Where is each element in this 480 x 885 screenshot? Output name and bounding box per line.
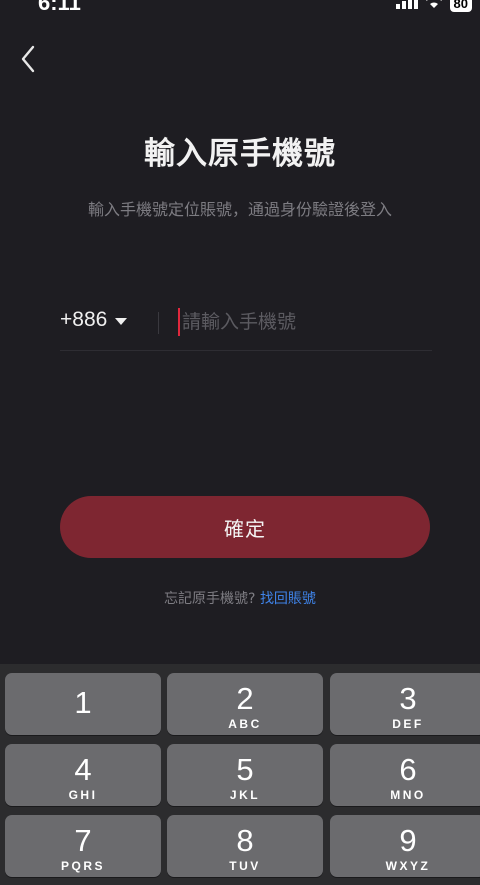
- chevron-left-icon: [20, 45, 36, 77]
- key-letters: TUV: [229, 859, 261, 873]
- key-1[interactable]: 1: [5, 673, 161, 735]
- confirm-button[interactable]: 確定: [60, 496, 430, 558]
- key-letters: DEF: [392, 717, 424, 731]
- key-number: 2: [236, 681, 254, 716]
- key-letters: JKL: [229, 788, 261, 802]
- back-button[interactable]: [14, 44, 42, 78]
- battery-icon: 80: [449, 0, 472, 12]
- status-time: 6:11: [38, 0, 81, 15]
- key-number: 4: [74, 752, 92, 787]
- key-3[interactable]: 3 DEF: [330, 673, 480, 735]
- key-number: 9: [399, 823, 417, 858]
- key-7[interactable]: 7 PQRS: [5, 815, 161, 877]
- key-number: 6: [399, 752, 417, 787]
- status-bar: 6:11 80: [0, 0, 480, 15]
- key-2[interactable]: 2 ABC: [167, 673, 323, 735]
- forgot-row: 忘記原手機號? 找回賬號: [0, 588, 480, 608]
- page-title: 輸入原手機號: [144, 136, 336, 172]
- key-letters: PQRS: [60, 859, 105, 873]
- key-9[interactable]: 9 WXYZ: [330, 815, 480, 877]
- signal-icon: [395, 0, 418, 13]
- key-number: 5: [236, 752, 254, 787]
- text-cursor: [178, 308, 180, 336]
- wifi-icon: [424, 0, 444, 13]
- key-8[interactable]: 8 TUV: [167, 815, 323, 877]
- country-code: +886: [60, 308, 108, 331]
- key-number: 1: [74, 685, 92, 720]
- key-letters: MNO: [390, 788, 426, 802]
- key-number: 7: [74, 823, 92, 858]
- key-letters: GHI: [68, 788, 98, 802]
- forgot-text: 忘記原手機號?: [164, 591, 256, 607]
- recover-account-link[interactable]: 找回賬號: [260, 591, 316, 607]
- key-number: 8: [236, 823, 254, 858]
- caret-down-icon: [115, 311, 128, 330]
- numeric-keyboard: 1 2 ABC 3 DEF 4 GHI 5 JKL 6 MNO 7 PQRS 8…: [0, 664, 480, 885]
- key-number: 3: [399, 681, 417, 716]
- page-subtitle: 輸入手機號定位賬號，通過身份驗證後登入: [87, 200, 392, 219]
- country-code-selector[interactable]: +886: [60, 308, 128, 332]
- key-4[interactable]: 4 GHI: [5, 744, 161, 806]
- phone-login-screen: 6:11 80 輸入原手機號 輸入手機號定位賬號，通過身份驗證後登入 +886 …: [0, 0, 480, 885]
- key-letters: WXYZ: [385, 859, 431, 873]
- status-icons: 80: [395, 0, 472, 13]
- phone-number-row: +886: [60, 300, 432, 351]
- key-5[interactable]: 5 JKL: [167, 744, 323, 806]
- phone-number-input[interactable]: [178, 306, 432, 338]
- key-letters: ABC: [228, 717, 262, 731]
- divider: [158, 312, 159, 334]
- key-6[interactable]: 6 MNO: [330, 744, 480, 806]
